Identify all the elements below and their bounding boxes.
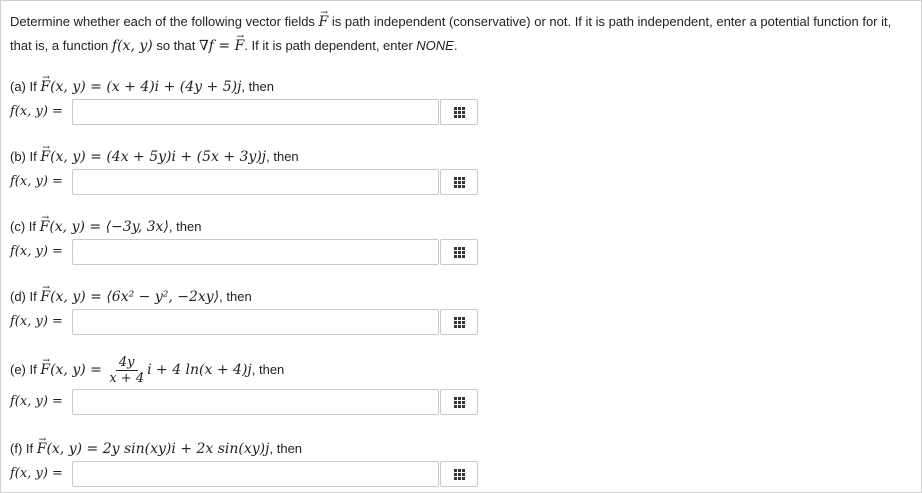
keypad-grid-icon xyxy=(453,396,465,408)
field-args: (x, y) = xyxy=(50,289,107,305)
keypad-grid-icon xyxy=(453,246,465,258)
prompt-text: . xyxy=(453,38,458,53)
answer-label: f(x, y) = xyxy=(10,466,63,481)
math-keypad-button[interactable] xyxy=(440,461,478,487)
keypad-grid-icon xyxy=(453,176,465,188)
part-question: (c) If F(x, y) = ⟨−3y, 3x⟩, then xyxy=(10,208,910,237)
function-symbol: f(x, y) xyxy=(111,38,153,54)
answer-input-d[interactable] xyxy=(72,309,439,335)
part-question: (b) If F(x, y) = (4x + 5y)i + (5x + 3y)j… xyxy=(10,138,910,167)
answer-label: f(x, y) = xyxy=(10,174,63,189)
vector-field-expression: 2y sin(xy)i + 2x sin(xy)j xyxy=(102,441,270,457)
answer-row: f(x, y) = xyxy=(10,389,910,417)
answer-row: f(x, y) = xyxy=(10,309,910,337)
prompt-text: so that xyxy=(152,38,199,53)
field-args: (x, y) = xyxy=(49,219,106,235)
math-keypad-button[interactable] xyxy=(440,309,478,335)
part-prefix: (b) If xyxy=(10,149,41,164)
part-suffix: , then xyxy=(269,441,303,456)
answer-label: f(x, y) = xyxy=(10,244,63,259)
part-prefix: (c) If xyxy=(10,219,40,234)
prompt-text: . If it is path dependent, enter xyxy=(244,38,417,53)
vector-f-symbol: F xyxy=(40,68,50,97)
field-args: (x, y) = xyxy=(50,149,107,165)
math-keypad-button[interactable] xyxy=(440,99,478,125)
part-suffix: , then xyxy=(219,289,252,304)
vector-f-symbol: F xyxy=(40,138,50,167)
part-question: (a) If F(x, y) = (x + 4)i + (4y + 5)j, t… xyxy=(10,68,910,97)
answer-row: f(x, y) = xyxy=(10,99,910,127)
question-prompt: Determine whether each of the following … xyxy=(10,2,915,58)
math-keypad-button[interactable] xyxy=(440,389,478,415)
answer-input-f[interactable] xyxy=(72,461,439,487)
part-question: (e) If F(x, y) = 4yx + 4i + 4 ln(x + 4)j… xyxy=(10,344,910,387)
answer-input-c[interactable] xyxy=(72,239,439,265)
answer-input-a[interactable] xyxy=(72,99,439,125)
part-prefix: (f) If xyxy=(10,441,37,456)
vector-f-symbol: F xyxy=(40,208,50,237)
field-args: (x, y) = xyxy=(50,362,107,378)
keypad-grid-icon xyxy=(453,316,465,328)
part-prefix: (d) If xyxy=(10,289,41,304)
part-question: (f) If F(x, y) = 2y sin(xy)i + 2x sin(xy… xyxy=(10,430,910,459)
prompt-text: Determine whether each of the following … xyxy=(10,14,319,29)
part-prefix: (a) If xyxy=(10,79,41,94)
part-f: (f) If F(x, y) = 2y sin(xy)i + 2x sin(xy… xyxy=(10,430,910,489)
part-c: (c) If F(x, y) = ⟨−3y, 3x⟩, then f(x, y)… xyxy=(10,208,910,267)
math-keypad-button[interactable] xyxy=(440,169,478,195)
vector-f-symbol: F xyxy=(235,26,245,58)
prompt-text: that is, a function xyxy=(10,38,112,53)
fraction-numerator: 4y xyxy=(115,355,138,372)
answer-row: f(x, y) = xyxy=(10,169,910,197)
keypad-grid-icon xyxy=(453,468,465,480)
answer-input-b[interactable] xyxy=(72,169,439,195)
fraction: 4y x + 4 xyxy=(106,355,147,386)
fraction-denominator: x + 4 xyxy=(109,371,145,387)
part-suffix: , then xyxy=(241,79,274,94)
gradient-symbol: ∇f = xyxy=(198,38,235,54)
question-panel: Determine whether each of the following … xyxy=(0,0,922,493)
field-args: (x, y) = xyxy=(50,79,107,95)
answer-label: f(x, y) = xyxy=(10,104,63,119)
vector-f-symbol: F xyxy=(40,344,50,387)
part-suffix: , then xyxy=(266,149,299,164)
none-keyword: NONE xyxy=(416,38,454,53)
vector-field-expression: ⟨−3y, 3x⟩ xyxy=(105,219,169,235)
answer-row: f(x, y) = xyxy=(10,239,910,267)
part-a: (a) If F(x, y) = (x + 4)i + (4y + 5)j, t… xyxy=(10,68,910,127)
part-prefix: (e) If xyxy=(10,362,41,377)
part-suffix: , then xyxy=(168,219,202,234)
part-suffix: , then xyxy=(251,362,285,377)
part-e: (e) If F(x, y) = 4yx + 4i + 4 ln(x + 4)j… xyxy=(10,344,910,417)
vector-f-symbol: F xyxy=(319,2,329,34)
vector-field-expression: (4x + 5y)i + (5x + 3y)j xyxy=(106,149,267,165)
part-b: (b) If F(x, y) = (4x + 5y)i + (5x + 3y)j… xyxy=(10,138,910,197)
vector-field-expression: (x + 4)i + (4y + 5)j xyxy=(106,79,242,95)
field-args: (x, y) = xyxy=(46,441,103,457)
part-d: (d) If F(x, y) = ⟨6x² − y², −2xy⟩, then … xyxy=(10,278,910,337)
keypad-grid-icon xyxy=(453,106,465,118)
vector-field-expression: i + 4 ln(x + 4)j xyxy=(147,362,252,378)
vector-f-symbol: F xyxy=(37,430,47,459)
answer-row: f(x, y) = xyxy=(10,461,910,489)
answer-label: f(x, y) = xyxy=(10,394,63,409)
math-keypad-button[interactable] xyxy=(440,239,478,265)
prompt-text: is path independent (conservative) or no… xyxy=(328,14,892,29)
vector-f-symbol: F xyxy=(40,278,50,307)
answer-input-e[interactable] xyxy=(72,389,439,415)
part-question: (d) If F(x, y) = ⟨6x² − y², −2xy⟩, then xyxy=(10,278,910,307)
answer-label: f(x, y) = xyxy=(10,314,63,329)
vector-field-expression: ⟨6x² − y², −2xy⟩ xyxy=(106,289,220,305)
